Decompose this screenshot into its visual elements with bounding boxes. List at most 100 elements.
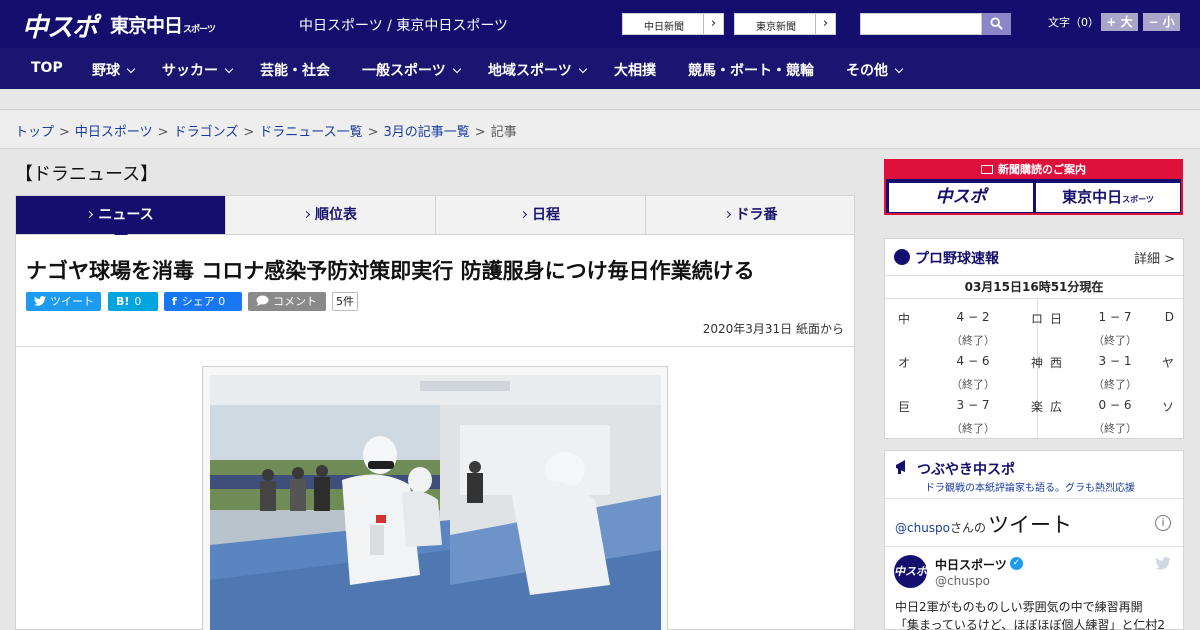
nav-item-entertainment[interactable]: 芸能・社会 xyxy=(260,60,330,80)
twitter-bird-icon xyxy=(34,296,46,306)
game-row[interactable]: 西 3 − 1 ヤ （終了） xyxy=(1050,344,1174,391)
chevron-down-icon xyxy=(578,64,587,74)
breadcrumb-link-dora-news-list[interactable]: ドラニュース一覧 xyxy=(259,125,362,140)
nav-item-other[interactable]: その他 xyxy=(846,60,904,80)
game-status: （終了） xyxy=(1093,422,1137,435)
chevron-right-icon xyxy=(86,210,94,219)
subscribe-chuspo-button[interactable]: 中スポ xyxy=(889,183,1033,212)
section-tabs: ニュース 順位表 日程 ドラ番 xyxy=(15,195,856,242)
top-header: 中スポ 東京中日スポーツ 中日スポーツ / 東京中日スポーツ 中日新聞 › 東京… xyxy=(0,0,1200,48)
nav-item-racing[interactable]: 競馬・ボート・競輪 xyxy=(688,60,814,80)
megaphone-icon xyxy=(896,460,905,474)
newspaper-icon xyxy=(981,165,993,174)
breadcrumb-link-dragons[interactable]: ドラゴンズ xyxy=(174,125,239,140)
chunichi-shimbun-link[interactable]: 中日新聞 › xyxy=(622,13,724,35)
facebook-icon: f xyxy=(172,295,177,308)
breadcrumb-link-top[interactable]: トップ xyxy=(15,125,54,140)
font-larger-button[interactable]: + 大 xyxy=(1101,13,1138,31)
tokyo-chunichi-logo[interactable]: 東京中日スポーツ xyxy=(110,11,216,38)
tokyo-shimbun-link[interactable]: 東京新聞 › xyxy=(734,13,836,35)
chevron-right-icon xyxy=(723,210,731,219)
tab-label: 順位表 xyxy=(315,207,357,223)
game-row[interactable]: 巨 3 − 7 楽 （終了） xyxy=(898,388,1043,435)
breadcrumb-bar: トップ > 中日スポーツ > ドラゴンズ > ドラニュース一覧 >3月の記事一覧 > 記事 xyxy=(0,111,1200,149)
tweet-button[interactable]: ツイート xyxy=(26,292,101,311)
divider xyxy=(885,546,1183,547)
header-strip xyxy=(0,89,1200,110)
tab-news[interactable]: ニュース xyxy=(16,196,226,242)
tab-schedule[interactable]: 日程 xyxy=(436,196,646,234)
away-team: ロ xyxy=(1030,312,1043,326)
away-team: ソ xyxy=(1161,400,1174,414)
subscribe-tokyo-text: 東京中日 xyxy=(1062,188,1123,206)
subscribe-tokyo-chunichi-button[interactable]: 東京中日スポーツ xyxy=(1036,183,1180,212)
nav-item-local-sports[interactable]: 地域スポーツ xyxy=(488,60,587,80)
tweet-label: ツイート xyxy=(50,295,94,308)
breadcrumb-link-march-list[interactable]: 3月の記事一覧 xyxy=(384,125,470,140)
tweet-account-name[interactable]: 中日スポーツ xyxy=(935,556,1007,573)
chevron-right-icon: › xyxy=(703,14,723,34)
away-team: 楽 xyxy=(1030,400,1043,414)
tab-standings[interactable]: 順位表 xyxy=(226,196,436,234)
nav-item-baseball[interactable]: 野球 xyxy=(92,60,136,80)
tab-label: 日程 xyxy=(532,207,560,223)
ext-link-label: 東京新聞 xyxy=(756,22,796,33)
game-row[interactable]: 中 4 − 2 ロ （終了） xyxy=(898,300,1043,347)
tab-dora-ban[interactable]: ドラ番 xyxy=(646,196,856,234)
breadcrumb-separator: > xyxy=(157,125,169,140)
game-status: （終了） xyxy=(951,422,995,435)
game-row[interactable]: 日 1 − 7 D （終了） xyxy=(1050,300,1174,347)
scores-timestamp: 03月15日16時51分現在 xyxy=(885,275,1183,299)
tweets-handle-link[interactable]: @chuspo xyxy=(895,521,950,535)
search-input[interactable] xyxy=(860,13,982,35)
comment-count-badge[interactable]: 5件 xyxy=(332,292,358,311)
away-team: 神 xyxy=(1030,356,1043,370)
main-nav: TOP 野球 サッカー 芸能・社会 一般スポーツ 地域スポーツ 大相撲 競馬・ボ… xyxy=(0,48,1200,89)
ext-link-label: 中日新聞 xyxy=(644,22,684,33)
game-row[interactable]: オ 4 − 6 神 （終了） xyxy=(898,344,1043,391)
scores-detail-link[interactable]: 詳細 > xyxy=(1134,248,1175,267)
twitter-widget-subtitle[interactable]: ドラ観戦の本紙評論家も語る。グラも熱烈応援 xyxy=(925,479,1135,494)
game-score: 4 − 2 xyxy=(956,310,990,324)
info-icon[interactable]: i xyxy=(1155,515,1171,531)
tab-label: ドラ番 xyxy=(735,207,778,223)
nav-label: 野球 xyxy=(92,63,120,79)
twitter-widget-title: つぶやき中スポ xyxy=(917,462,1015,478)
article-photo[interactable] xyxy=(210,375,661,630)
twitter-bird-icon[interactable] xyxy=(1155,557,1171,570)
game-score: 4 − 6 xyxy=(956,354,990,368)
hatena-count: 0 xyxy=(134,295,142,308)
speech-bubble-icon xyxy=(256,295,269,306)
hatena-bookmark-button[interactable]: B! 0 xyxy=(108,292,158,311)
divider xyxy=(885,498,1183,499)
disinfection-photo-image xyxy=(210,375,661,630)
breadcrumb-separator: > xyxy=(59,125,70,140)
section-title: 【ドラニュース】 xyxy=(15,164,159,185)
nav-label: 競馬・ボート・競輪 xyxy=(688,63,814,79)
font-smaller-button[interactable]: − 小 xyxy=(1143,13,1180,31)
nav-item-general-sports[interactable]: 一般スポーツ xyxy=(362,60,461,80)
search-button[interactable] xyxy=(982,13,1011,35)
chevron-down-icon xyxy=(224,64,234,74)
comment-button[interactable]: コメント xyxy=(248,292,326,311)
tweet-account-handle[interactable]: @chuspo xyxy=(935,574,990,588)
subscribe-tokyo-sub: スポーツ xyxy=(1122,195,1154,204)
chuspo-logo[interactable]: 中スポ xyxy=(22,7,98,44)
avatar[interactable]: 中スポ xyxy=(894,555,927,588)
home-team: 中 xyxy=(898,312,911,326)
game-row[interactable]: 広 0 − 6 ソ （終了） xyxy=(1050,388,1174,435)
breadcrumb-separator: > xyxy=(243,125,255,140)
chevron-right-icon xyxy=(519,210,528,219)
breadcrumb: トップ > 中日スポーツ > ドラゴンズ > ドラニュース一覧 >3月の記事一覧 > 記事 xyxy=(15,121,517,140)
game-score: 1 − 7 xyxy=(1098,310,1132,324)
facebook-share-button[interactable]: f シェア 0 xyxy=(164,292,242,311)
facebook-share-label: シェア 0 xyxy=(181,295,226,308)
game-score: 0 − 6 xyxy=(1098,398,1132,412)
nav-label: 地域スポーツ xyxy=(488,63,572,79)
breadcrumb-link-chunichi-sports[interactable]: 中日スポーツ xyxy=(75,125,153,140)
nav-item-sumo[interactable]: 大相撲 xyxy=(614,60,656,80)
breadcrumb-separator: > xyxy=(367,125,379,140)
nav-item-top[interactable]: TOP xyxy=(31,60,63,76)
nav-item-soccer[interactable]: サッカー xyxy=(162,60,234,80)
font-size-label: 文字（0） xyxy=(1048,16,1099,29)
